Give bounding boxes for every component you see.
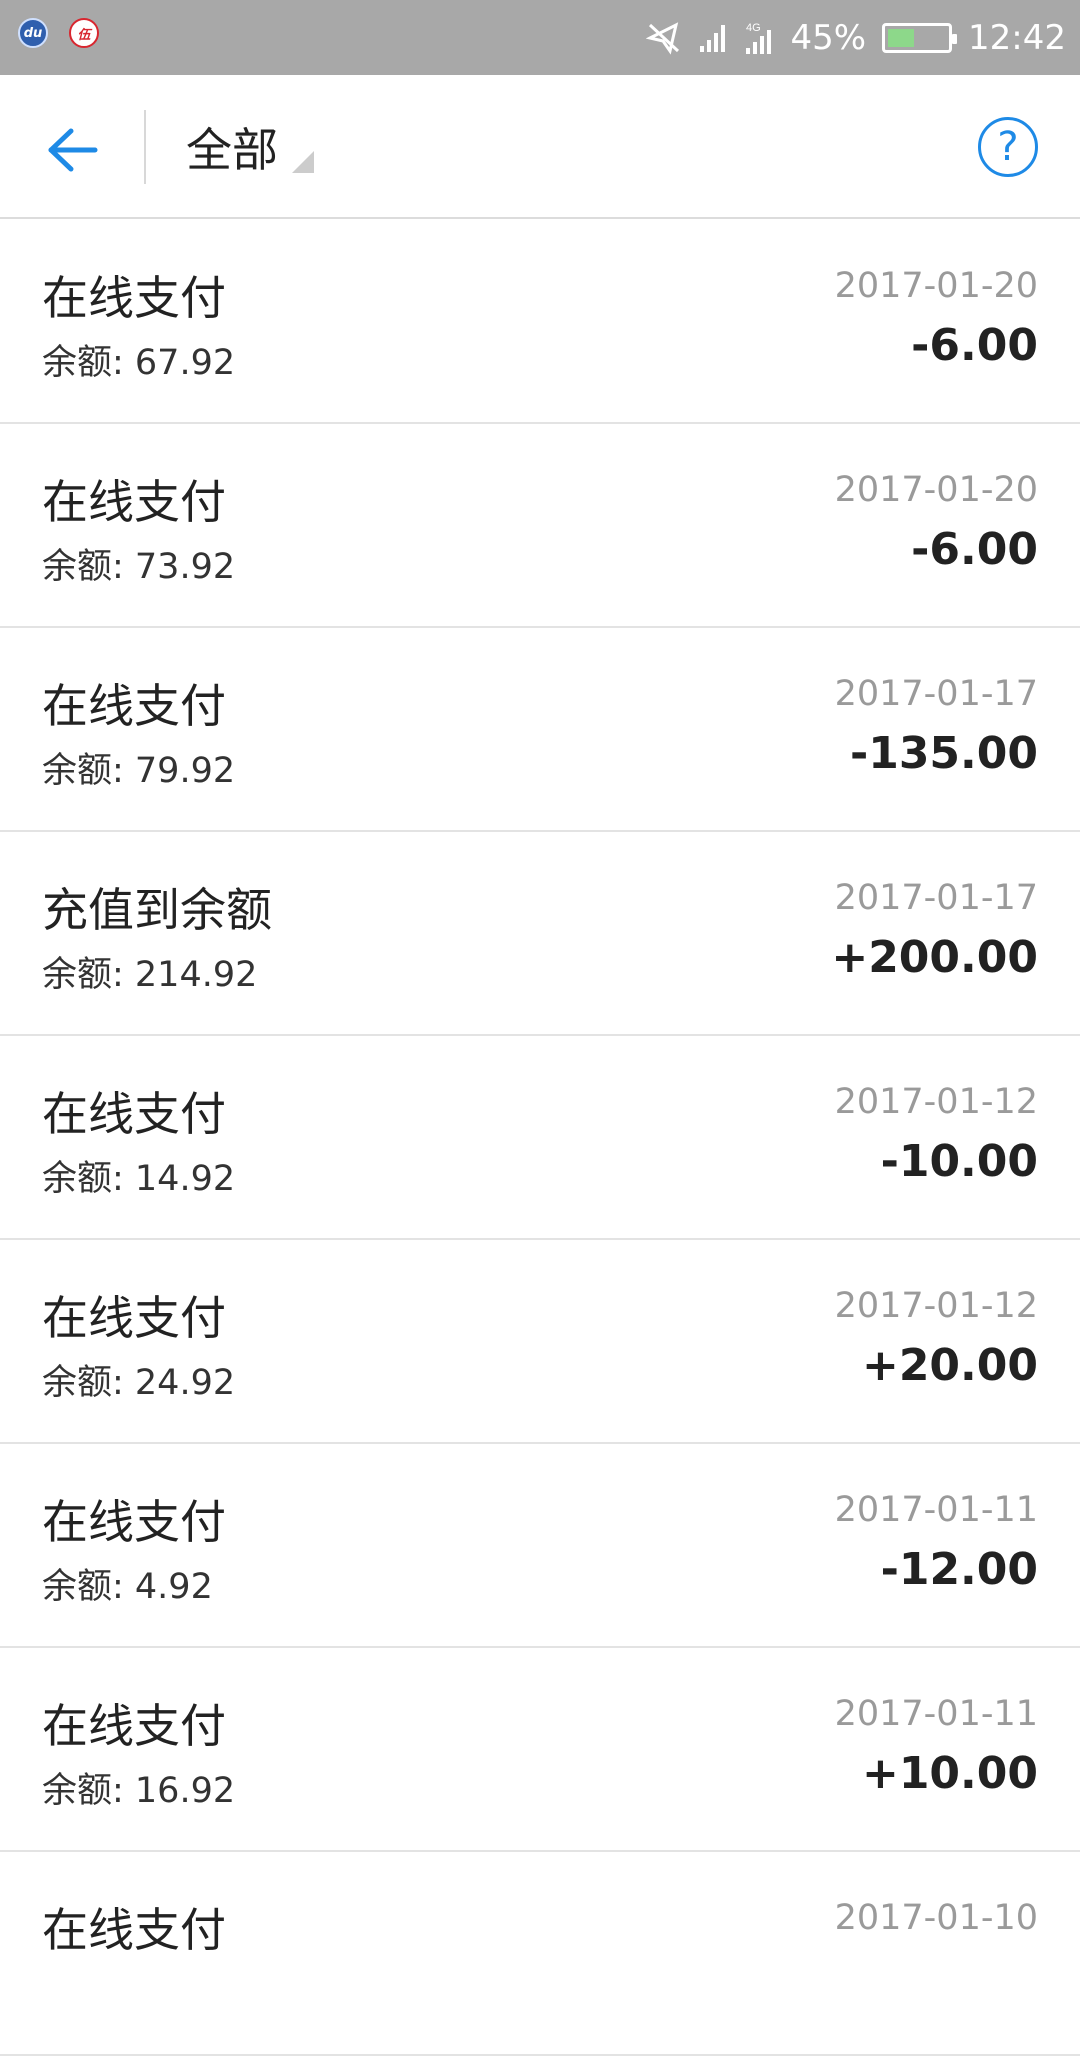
transaction-title: 在线支付 <box>42 475 226 529</box>
transaction-date: 2017-01-12 <box>834 1286 1038 1326</box>
transaction-balance: 余额: 214.92 <box>42 955 258 995</box>
clock: 12:42 <box>968 17 1066 58</box>
dropdown-caret-icon <box>292 151 314 173</box>
network-4g-icon: 4G <box>744 20 774 56</box>
transaction-balance: 余额: 73.92 <box>42 547 236 587</box>
transaction-row[interactable]: 在线支付余额: 4.92 2017-01-11 -12.00 <box>0 1444 1080 1648</box>
notification-app-icon: du <box>18 18 48 48</box>
transaction-amount: +10.00 <box>861 1748 1038 1799</box>
transaction-row[interactable]: 在线支付余额: 16.92 2017-01-11 +10.00 <box>0 1648 1080 1852</box>
transaction-title: 在线支付 <box>42 679 226 733</box>
transaction-row[interactable]: 在线支付 2017-01-10 <box>0 1852 1080 2056</box>
transaction-amount: -135.00 <box>849 728 1038 779</box>
transaction-row[interactable]: 在线支付余额: 24.92 2017-01-12 +20.00 <box>0 1240 1080 1444</box>
filter-dropdown[interactable]: 全部 <box>186 105 314 189</box>
transaction-amount: +200.00 <box>831 932 1038 983</box>
transaction-list: 在线支付 余额: 67.92 2017-01-20 -6.00 在线支付 余额: 73.9… <box>0 220 1080 2056</box>
arrow-left-icon <box>48 128 98 172</box>
transaction-title: 在线支付 <box>42 1291 226 1345</box>
notification-app-icon: 伍 <box>69 18 99 48</box>
transaction-title: 在线支付 <box>42 1699 226 1753</box>
transaction-date: 2017-01-17 <box>834 878 1038 918</box>
transaction-balance: 余额: 16.92 <box>42 1771 236 1811</box>
transaction-balance: 余额: 24.92 <box>42 1363 236 1403</box>
transaction-balance: 余额: 4.92 <box>42 1567 213 1607</box>
transaction-date: 2017-01-10 <box>834 1898 1038 1938</box>
status-bar: du 伍 4G 45% 12:42 <box>0 0 1080 75</box>
transaction-date: 2017-01-17 <box>834 674 1038 714</box>
transaction-amount: -6.00 <box>911 524 1038 575</box>
header-divider <box>144 110 146 184</box>
transaction-row[interactable]: 在线支付余额: 67.92 2017-01-20 -6.00 <box>0 220 1080 424</box>
transaction-amount: -12.00 <box>880 1544 1038 1595</box>
transaction-date: 2017-01-11 <box>834 1490 1038 1530</box>
transaction-date: 2017-01-11 <box>834 1694 1038 1734</box>
transaction-date: 2017-01-20 <box>834 266 1038 306</box>
battery-icon <box>882 22 958 53</box>
silent-mode-icon <box>646 21 682 55</box>
back-button[interactable] <box>38 115 108 185</box>
transaction-balance: 余额: 79.92 <box>42 751 236 791</box>
help-button[interactable]: ? <box>978 117 1038 177</box>
battery-percent: 45% <box>790 17 867 58</box>
transaction-title: 在线支付 <box>42 1087 226 1141</box>
transaction-row[interactable]: 在线支付余额: 73.92 2017-01-20 -6.00 <box>0 424 1080 628</box>
transaction-date: 2017-01-12 <box>834 1082 1038 1122</box>
transaction-amount: +20.00 <box>861 1340 1038 1391</box>
question-circle-icon: ? <box>997 124 1019 170</box>
transaction-balance: 余额: 67.92 <box>42 343 236 383</box>
transaction-balance: 余额: 14.92 <box>42 1159 236 1199</box>
transaction-title: 在线支付 <box>42 1903 226 1957</box>
status-icons: 4G 45% 12:42 <box>646 0 1066 75</box>
transaction-amount: -10.00 <box>880 1136 1038 1187</box>
battery-level <box>888 28 915 47</box>
transaction-title: 在线支付 <box>42 1495 226 1549</box>
transaction-row[interactable]: 在线支付余额: 79.92 2017-01-17 -135.00 <box>0 628 1080 832</box>
transaction-title: 充值到余额 <box>42 883 272 937</box>
filter-label: 全部 <box>186 123 278 177</box>
signal-icon <box>698 22 728 54</box>
transaction-row[interactable]: 在线支付余额: 14.92 2017-01-12 -10.00 <box>0 1036 1080 1240</box>
transaction-date: 2017-01-20 <box>834 470 1038 510</box>
transaction-amount: -6.00 <box>911 320 1038 371</box>
transaction-row[interactable]: 充值到余额余额: 214.92 2017-01-17 +200.00 <box>0 832 1080 1036</box>
app-header: 全部 ? <box>0 75 1080 219</box>
transaction-title: 在线支付 <box>42 271 226 325</box>
network-label: 4G <box>746 22 761 34</box>
